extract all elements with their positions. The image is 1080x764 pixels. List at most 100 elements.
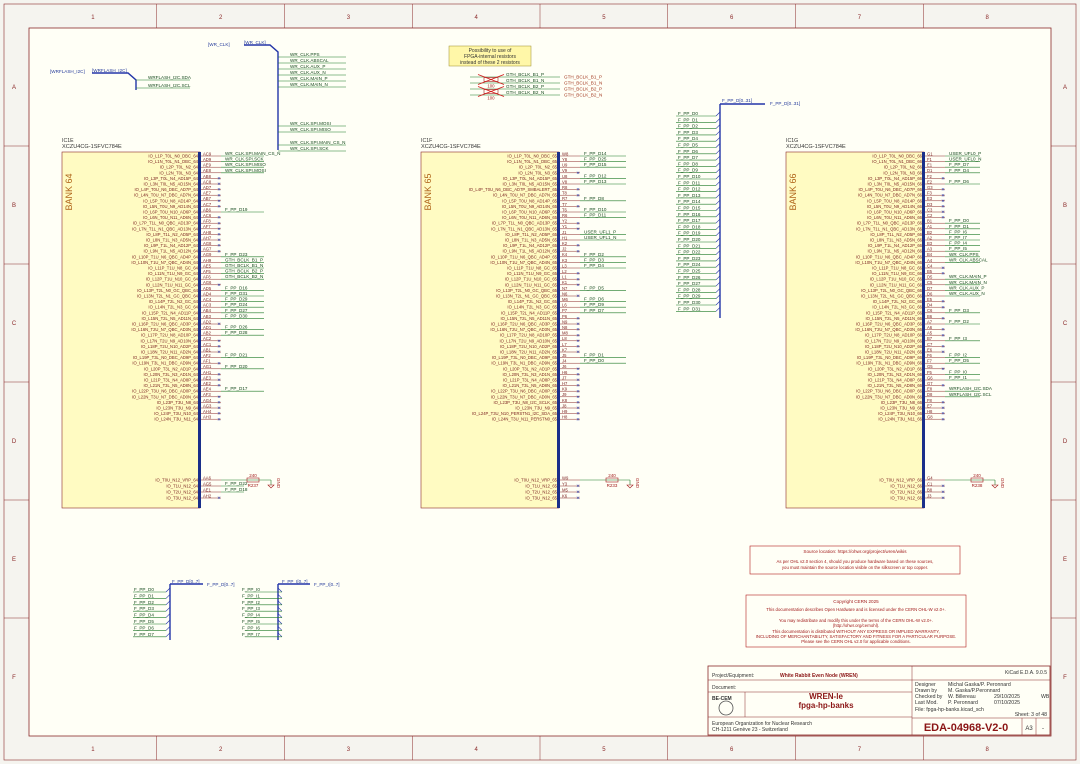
pin-net-label: F_PP_I1: [949, 375, 967, 380]
pin-net-label: F_PP_D20: [225, 364, 248, 369]
pin-number: T7: [562, 202, 568, 207]
bus2-net-label: F_PP_I7: [242, 632, 260, 637]
no-connect-mark: ✕: [941, 271, 945, 276]
no-connect-mark: ✕: [576, 316, 580, 321]
pin-name: IO_L17P_T2U_N8_AD10P_66: [865, 333, 923, 338]
no-connect-mark: ✕: [576, 333, 580, 338]
pin-name: IO_L4N_T0U_N7_DBC_AD7N_66: [858, 193, 923, 198]
pin-name: IO_L14N_T2L_N3_GC_66: [872, 305, 922, 310]
lastmod-label: Last Mod.: [915, 700, 938, 706]
pin-number: T8: [562, 191, 568, 196]
row-marker-right: A: [1063, 85, 1067, 91]
col-marker-top: 2: [219, 15, 223, 21]
no-connect-mark: ✕: [941, 411, 945, 416]
fpbus-net-label: F_PP_D9: [678, 168, 698, 173]
fpbus-net-label: F_PP_D11: [678, 180, 701, 185]
no-connect-mark: ✕: [576, 378, 580, 383]
pin-name: IO_L9P_T1L_N4_AD12P_64: [144, 243, 199, 248]
fpbus-net-label: F_PP_D16: [678, 212, 701, 217]
pin-number: AB1: [203, 347, 212, 352]
no-connect-mark: ✕: [941, 210, 945, 215]
pin-number: U9: [562, 163, 568, 168]
pin-name: IO_L8P_T1L_N2_AD5P_65: [505, 232, 557, 237]
no-connect-mark: ✕: [217, 187, 221, 192]
pin-name: IO_L21N_T3L_N5_AD8N_66: [868, 383, 923, 388]
pin-number: R8: [562, 185, 568, 190]
no-connect-mark: ✕: [576, 411, 580, 416]
pin-net-label: F_PP_D25: [584, 157, 607, 162]
pin-name: IO_L14N_T2L_N3_GC_65: [507, 305, 557, 310]
no-connect-mark: ✕: [217, 400, 221, 405]
pin-number: G1: [927, 151, 933, 156]
pin-net-label: F_PP_D15: [584, 162, 607, 167]
pin-number: J3: [927, 493, 932, 498]
no-connect-mark: ✕: [941, 484, 945, 489]
pin-number: AF7: [203, 224, 211, 229]
pin-net-label: F_PP_D17: [225, 386, 248, 391]
no-connect-mark: ✕: [576, 394, 580, 399]
pin-name: IO_L3N_T0L_N5_AD15N_66: [868, 182, 923, 187]
pin-name: IO_L15P_T2L_N4_AD11P_66: [866, 310, 923, 315]
pin-net-label: F_PP_D12: [584, 173, 607, 178]
pin-name: IO_L21P_T3L_N4_AD8P_65: [503, 378, 558, 383]
pin-name: IO_L3P_T0L_N4_AD15P_66: [868, 176, 923, 181]
pin-net-label: USER_UFL1_N: [584, 235, 616, 240]
pin-number: H9: [562, 409, 568, 414]
pin-name: IO_T1U_N12_65: [525, 484, 557, 489]
lastmod-date: 07/10/2025: [994, 700, 1020, 706]
pin-number: A4: [927, 258, 933, 263]
pin-name: IO_T2U_N12_65: [525, 490, 557, 495]
pin-name: IO_L2P_T0L_N2_66: [884, 165, 923, 170]
pin-number: AE1: [203, 487, 212, 492]
no-connect-mark: ✕: [217, 350, 221, 355]
fpbus-net-label: F_PP_D31: [678, 306, 701, 311]
fpbus-net-label: F_PP_D8: [678, 161, 698, 166]
pin-name: IO_L5P_T0U_N8_AD14P_65: [502, 198, 557, 203]
pin-net-label: F_PP_D11: [584, 213, 607, 218]
pin-name: IO_L11P_T1U_N8_GC_66: [872, 266, 922, 271]
bus2-label: F_PP_I[0..7]: [282, 579, 308, 584]
pin-number: H7: [562, 381, 568, 386]
fpbus-net-label: F_PP_D30: [678, 300, 701, 305]
pin-number: AF1: [203, 359, 211, 364]
pin-name: IO_L21N_T3L_N5_AD8N_64: [144, 383, 199, 388]
resistor-value: 240: [608, 473, 616, 478]
fpbus-net-label: F_PP_D21: [678, 243, 701, 248]
pin-name: IO_T3U_N12_65: [525, 496, 557, 501]
pin-number: AF8: [203, 219, 211, 224]
pin-name: IO_L13P_T2L_N0_GC_QBC_65: [496, 288, 557, 293]
bank-part: XCZU4CG-1SFVC784E: [786, 144, 846, 150]
pin-number: K9: [562, 387, 568, 392]
row-marker-left: E: [12, 557, 16, 563]
pin-name: IO_L18P_T2U_N10_AD2P_64: [141, 344, 199, 349]
fpbus-net-label: F_PP_D17: [678, 218, 701, 223]
pin-name: IO_L2N_T0L_N3_64: [159, 170, 198, 175]
pin-number: D3: [927, 202, 933, 207]
gth-resistor-value: 100: [487, 84, 495, 89]
pin-number: J1: [562, 230, 567, 235]
pin-name: IO_L8N_T1L_N3_AD5N_66: [870, 238, 923, 243]
no-connect-mark: ✕: [217, 243, 221, 248]
pin-name: IO_L8P_T1L_N2_AD5P_66: [870, 232, 922, 237]
pin-name: IO_L23P_T3U_N8_66: [881, 400, 923, 405]
bus2-net-label: F_PP_I4: [242, 613, 260, 618]
pin-net-label: F_PP_D9: [584, 302, 604, 307]
fpbus-net-label: F_PP_D2: [678, 124, 698, 129]
pin-name: IO_L24N_T3U_N11_66: [878, 417, 922, 422]
pin-number: E3: [927, 196, 933, 201]
pin-number: B8: [927, 487, 933, 492]
no-connect-mark: ✕: [576, 338, 580, 343]
fpbus-net-label: F_PP_D20: [678, 237, 701, 242]
pin-name: IO_L7P_T1L_N0_QBC_AD13P_64: [133, 221, 199, 226]
no-connect-mark: ✕: [217, 215, 221, 220]
pin-number: AE9: [203, 163, 212, 168]
pin-number: J5: [562, 353, 567, 358]
pin-number: H1: [562, 235, 568, 240]
pin-number: AE2: [203, 381, 212, 386]
doc-title-1: WREN-le: [809, 692, 843, 701]
pin-number: AC7: [203, 202, 212, 207]
pin-name: IO_L1N_T0L_N1_DBC_66: [872, 159, 922, 164]
ground-label: GND: [276, 478, 281, 489]
license-line-7: Please see the CERN OHL v2.0 for applica…: [801, 639, 910, 644]
wrclk-net-label: WR_CLK.MAIN_N: [290, 82, 328, 87]
